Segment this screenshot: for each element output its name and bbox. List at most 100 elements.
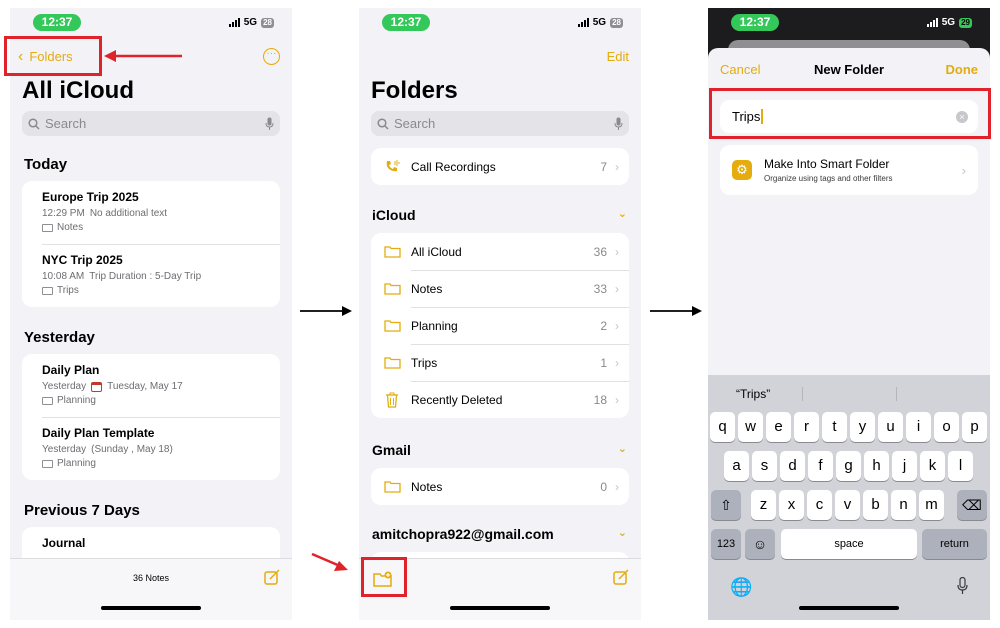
more-options-icon[interactable]: ···	[263, 48, 280, 65]
folder-label: Trips	[411, 355, 438, 370]
key-o[interactable]: o	[934, 412, 959, 442]
key-i[interactable]: i	[906, 412, 931, 442]
highlight-box-new-folder	[361, 557, 407, 597]
group-header-account[interactable]: amitchopra922@gmail.com ⌄	[372, 526, 627, 542]
key-z[interactable]: z	[751, 490, 776, 520]
folder-row-trips[interactable]: Trips 1 ›	[371, 344, 629, 381]
group-header-icloud[interactable]: iCloud ⌄	[372, 207, 627, 223]
key-e[interactable]: e	[766, 412, 791, 442]
key-g[interactable]: g	[836, 451, 861, 481]
suggestion-divider	[896, 387, 897, 401]
shift-key[interactable]: ⇧	[711, 490, 741, 520]
group-header-gmail[interactable]: Gmail ⌄	[372, 442, 627, 458]
note-item[interactable]: NYC Trip 2025 10:08 AM Trip Duration : 5-…	[22, 244, 280, 307]
search-bar[interactable]: Search	[371, 111, 629, 136]
folder-icon	[383, 319, 401, 332]
folder-icon	[383, 282, 401, 295]
key-p[interactable]: p	[962, 412, 987, 442]
folder-count: 7	[600, 159, 607, 174]
smart-folder-row[interactable]: ⚙ Make Into Smart Folder Organize using …	[720, 145, 978, 195]
note-time: Yesterday	[42, 381, 87, 392]
folder-row-planning[interactable]: Planning 2 ›	[371, 307, 629, 344]
chevron-right-icon: ›	[615, 392, 619, 407]
delete-key[interactable]: ⌫	[957, 490, 987, 520]
return-key[interactable]: return	[922, 529, 987, 559]
icloud-folders-card: All iCloud 36 › Notes 33 › Planning 2 › …	[371, 233, 629, 418]
chevron-right-icon: ›	[961, 162, 966, 178]
status-icons: 5G 28	[577, 17, 623, 28]
key-n[interactable]: n	[891, 490, 916, 520]
time-pill: 12:37	[382, 14, 430, 31]
chevron-right-icon: ›	[615, 355, 619, 370]
note-title: Daily Plan	[42, 363, 100, 377]
screen-folders: 12:37 5G 28 Edit Folders Search Call Rec…	[359, 8, 641, 620]
smart-folder-title: Make Into Smart Folder	[764, 157, 890, 171]
key-f[interactable]: f	[808, 451, 833, 481]
suggestion-item[interactable]: “Trips”	[736, 387, 770, 401]
key-k[interactable]: k	[920, 451, 945, 481]
note-item[interactable]: Daily Plan Yesterday Tuesday, May 17 Plan…	[22, 354, 280, 417]
home-indicator	[101, 606, 201, 610]
microphone-icon[interactable]	[265, 117, 274, 131]
key-v[interactable]: v	[835, 490, 860, 520]
note-folder: Trips	[42, 285, 280, 296]
key-b[interactable]: b	[863, 490, 888, 520]
folder-icon	[383, 480, 401, 493]
smart-folder-subtitle: Organize using tags and other filters	[764, 174, 893, 183]
pointer-arrow-icon	[104, 50, 182, 62]
search-placeholder: Search	[394, 116, 436, 131]
numbers-key[interactable]: 123	[711, 529, 741, 559]
note-title: Europe Trip 2025	[42, 190, 139, 204]
emoji-key[interactable]: ☺	[745, 529, 775, 559]
note-meta: 10:08 AM Trip Duration : 5-Day Trip	[42, 271, 280, 282]
chevron-right-icon: ›	[615, 244, 619, 259]
folder-label: All iCloud	[411, 244, 462, 259]
edit-button[interactable]: Edit	[607, 49, 629, 64]
notes-count: 36 Notes	[132, 573, 170, 583]
note-item[interactable]: Europe Trip 2025 12:29 PM No additional t…	[22, 181, 280, 244]
key-a[interactable]: a	[724, 451, 749, 481]
key-q[interactable]: q	[710, 412, 735, 442]
space-key[interactable]: space	[781, 529, 917, 559]
flow-arrow-icon	[300, 306, 352, 316]
folder-row-notes[interactable]: Notes 33 ›	[371, 270, 629, 307]
globe-icon[interactable]: 🌐	[730, 577, 752, 598]
page-title: All iCloud	[22, 77, 134, 104]
key-j[interactable]: j	[892, 451, 917, 481]
key-c[interactable]: c	[807, 490, 832, 520]
note-preview: Trip Duration : 5-Day Trip	[89, 271, 202, 282]
key-y[interactable]: y	[850, 412, 875, 442]
folder-row-recently-deleted[interactable]: Recently Deleted 18 ›	[371, 381, 629, 418]
folder-row-all-icloud[interactable]: All iCloud 36 ›	[371, 233, 629, 270]
chevron-right-icon: ›	[615, 479, 619, 494]
section-header-previous-7-days: Previous 7 Days	[24, 502, 140, 519]
key-t[interactable]: t	[822, 412, 847, 442]
key-r[interactable]: r	[794, 412, 819, 442]
key-u[interactable]: u	[878, 412, 903, 442]
dictation-mic-icon[interactable]	[957, 577, 968, 595]
folder-row-gmail-notes[interactable]: Notes 0 ›	[371, 468, 629, 505]
smart-folder-gear-icon: ⚙	[732, 160, 752, 180]
folder-count: 18	[593, 392, 607, 407]
key-x[interactable]: x	[779, 490, 804, 520]
key-d[interactable]: d	[780, 451, 805, 481]
folder-count: 0	[600, 479, 607, 494]
signal-icon	[228, 18, 240, 27]
compose-icon[interactable]	[613, 569, 629, 585]
key-m[interactable]: m	[919, 490, 944, 520]
note-meta: 12:29 PM No additional text	[42, 208, 280, 219]
search-bar[interactable]: Search	[22, 111, 280, 136]
yesterday-notes-card: Daily Plan Yesterday Tuesday, May 17 Plan…	[22, 354, 280, 480]
key-h[interactable]: h	[864, 451, 889, 481]
folder-row-call-recordings[interactable]: Call Recordings 7 ›	[371, 148, 629, 185]
note-folder-name: Trips	[57, 285, 79, 296]
done-button[interactable]: Done	[946, 62, 979, 77]
key-w[interactable]: w	[738, 412, 763, 442]
compose-icon[interactable]	[264, 569, 280, 585]
group-title: iCloud	[372, 207, 416, 223]
key-l[interactable]: l	[948, 451, 973, 481]
key-s[interactable]: s	[752, 451, 777, 481]
microphone-icon[interactable]	[614, 117, 623, 131]
folder-label: Call Recordings	[411, 159, 496, 174]
note-item[interactable]: Daily Plan Template Yesterday (Sunday , M…	[22, 417, 280, 480]
